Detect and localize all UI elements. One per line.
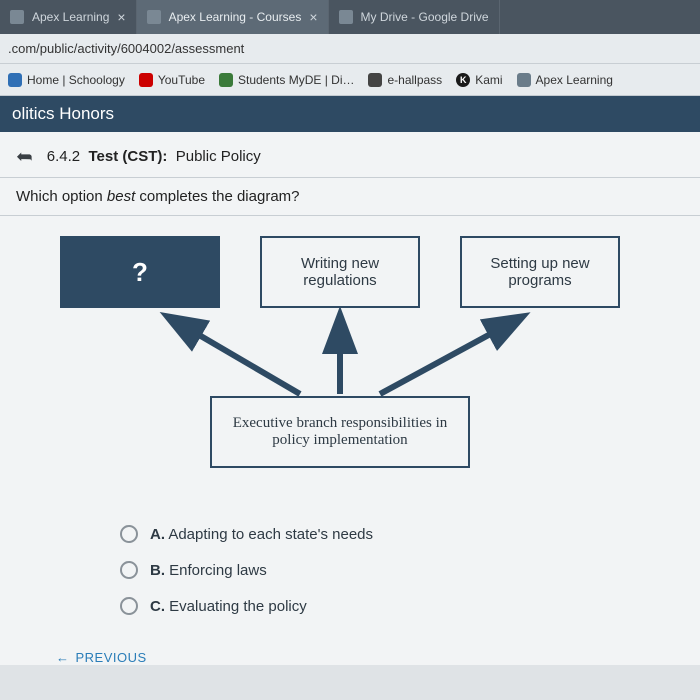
tab-label: Apex Learning - Courses [169,10,302,24]
back-arrow-icon[interactable]: ➦ [16,144,33,169]
test-number: 6.4.2 [47,148,80,165]
bookmark-schoology[interactable]: Home | Schoology [8,73,125,87]
previous-button[interactable]: ← PREVIOUS [0,634,700,665]
url-text: .com/public/activity/6004002/assessment [8,41,244,56]
bookmarks-bar: Home | Schoology YouTube Students MyDE |… [0,64,700,96]
test-header: ➦ 6.4.2 Test (CST): Public Policy [0,132,700,178]
diagram: ? Writing new regulations Setting up new… [60,236,620,486]
answer-option-c[interactable]: C. Evaluating the policy [120,588,700,624]
course-title: olitics Honors [12,104,114,123]
bookmark-kami[interactable]: K Kami [456,73,502,87]
bookmark-ehallpass[interactable]: e-hallpass [368,73,442,87]
course-header: olitics Honors [0,96,700,132]
close-icon[interactable]: × [309,9,317,25]
bookmark-label: Home | Schoology [27,73,125,87]
favicon-icon [10,10,24,24]
diagram-arrows [60,236,620,486]
bookmark-label: YouTube [158,73,205,87]
tab-apex-courses[interactable]: Apex Learning - Courses × [137,0,329,34]
content-area: ➦ 6.4.2 Test (CST): Public Policy Which … [0,132,700,665]
radio-icon[interactable] [120,561,138,579]
radio-icon[interactable] [120,597,138,615]
myde-icon [219,73,233,87]
answer-label: C. Evaluating the policy [150,598,307,615]
tab-label: Apex Learning [32,10,109,24]
answer-label: A. Adapting to each state's needs [150,526,373,543]
answer-option-a[interactable]: A. Adapting to each state's needs [120,516,700,552]
test-title: 6.4.2 Test (CST): Public Policy [47,148,261,165]
test-subject: Public Policy [176,148,261,165]
answer-label: B. Enforcing laws [150,562,267,579]
previous-label: PREVIOUS [76,650,147,665]
apex-icon [517,73,531,87]
bookmark-label: Kami [475,73,502,87]
favicon-icon [339,10,353,24]
tab-apex-learning[interactable]: Apex Learning × [0,0,137,34]
bookmark-label: Students MyDE | Di… [238,73,354,87]
answer-option-b[interactable]: B. Enforcing laws [120,552,700,588]
arrow-left-icon: ← [56,650,70,665]
kami-icon: K [456,73,470,87]
test-label: Test (CST): [88,148,167,165]
address-bar[interactable]: .com/public/activity/6004002/assessment [0,34,700,64]
tab-label: My Drive - Google Drive [361,10,489,24]
radio-icon[interactable] [120,525,138,543]
answer-options: A. Adapting to each state's needs B. Enf… [0,496,700,634]
close-icon[interactable]: × [117,9,125,25]
bookmark-label: e-hallpass [387,73,442,87]
bookmark-youtube[interactable]: YouTube [139,73,205,87]
tab-google-drive[interactable]: My Drive - Google Drive [329,0,500,34]
question-text: Which option best completes the diagram? [0,178,700,216]
favicon-icon [147,10,161,24]
schoology-icon [8,73,22,87]
browser-tabs: Apex Learning × Apex Learning - Courses … [0,0,700,34]
ehallpass-icon [368,73,382,87]
bookmark-label: Apex Learning [536,73,613,87]
bookmark-apex[interactable]: Apex Learning [517,73,613,87]
bookmark-myde[interactable]: Students MyDE | Di… [219,73,354,87]
youtube-icon [139,73,153,87]
